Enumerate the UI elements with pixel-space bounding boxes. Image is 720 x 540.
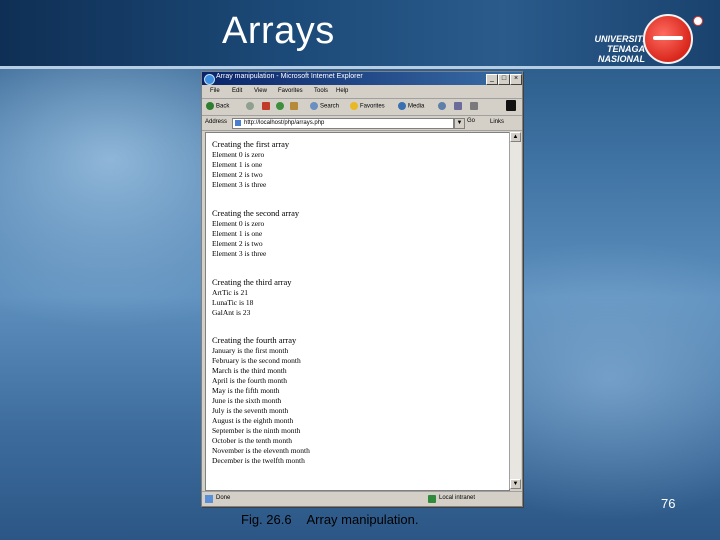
toolbar: Back Search Favorites Media — [202, 99, 522, 116]
mail-button[interactable] — [454, 102, 464, 110]
page-icon — [235, 120, 241, 126]
home-icon — [290, 102, 298, 110]
print-icon — [470, 102, 478, 110]
media-icon — [398, 102, 406, 110]
content-line: Element 1 is one — [212, 160, 263, 169]
refresh-button[interactable] — [276, 102, 286, 110]
content-line: Element 3 is three — [212, 180, 267, 189]
logo-text: UNIVERSITI TENAGA NASIONAL — [594, 34, 645, 64]
search-icon — [310, 102, 318, 110]
print-button[interactable] — [470, 102, 480, 110]
content-line: February is the second month — [212, 356, 301, 365]
content-line: May is the fifth month — [212, 386, 280, 395]
content-line: August is the eighth month — [212, 416, 294, 425]
media-label: Media — [408, 103, 425, 110]
refresh-icon — [276, 102, 284, 110]
page-done-icon — [205, 495, 213, 503]
section-heading: Creating the fourth array — [212, 335, 297, 345]
content-line: December is the twelfth month — [212, 456, 305, 465]
logo-mark-icon — [693, 16, 703, 26]
home-button[interactable] — [290, 102, 300, 110]
media-button[interactable]: Media — [398, 102, 424, 110]
caption-label: Fig. 26.6 — [241, 512, 292, 527]
scroll-down-icon[interactable]: ▼ — [510, 479, 521, 489]
intranet-zone-icon — [428, 495, 436, 503]
forward-arrow-icon — [246, 102, 254, 110]
scroll-up-icon[interactable]: ▲ — [510, 132, 521, 142]
content-line: Element 0 is zero — [212, 219, 265, 228]
content-line: October is the tenth month — [212, 436, 292, 445]
content-line: July is the seventh month — [212, 406, 289, 415]
content-line: March is the third month — [212, 366, 287, 375]
content-line: November is the eleventh month — [212, 446, 310, 455]
links-button[interactable]: Links — [490, 119, 504, 125]
address-label: Address — [205, 119, 228, 125]
university-logo: UNIVERSITI TENAGA NASIONAL — [575, 14, 705, 66]
menu-bar: File Edit View Favorites Tools Help — [202, 86, 522, 99]
back-button[interactable]: Back — [206, 102, 229, 110]
address-bar: Address http://localhost/php/arrays.php … — [202, 116, 522, 131]
go-button[interactable]: Go — [467, 118, 475, 124]
maximize-button[interactable]: □ — [498, 74, 510, 85]
windows-logo-icon — [506, 100, 518, 111]
search-label: Search — [320, 103, 340, 110]
star-icon — [350, 102, 358, 110]
section-heading: Creating the second array — [212, 208, 300, 218]
title-divider — [0, 66, 720, 69]
menu-favorites[interactable]: Favorites — [278, 88, 303, 94]
browser-window: Array manipulation - Microsoft Internet … — [201, 71, 523, 507]
back-label: Back — [216, 103, 230, 110]
menu-file[interactable]: File — [210, 88, 220, 94]
content-line: Element 0 is zero — [212, 150, 265, 159]
close-button[interactable]: × — [510, 74, 522, 85]
status-text: Done — [216, 495, 231, 501]
status-bar: Done Local intranet — [202, 491, 522, 506]
favorites-button[interactable]: Favorites — [350, 102, 385, 110]
mail-icon — [454, 102, 462, 110]
minimize-button[interactable]: _ — [486, 74, 498, 85]
menu-edit[interactable]: Edit — [232, 88, 242, 94]
menu-tools[interactable]: Tools — [314, 88, 328, 94]
slide-title: Arrays — [222, 10, 335, 52]
address-dropdown-button[interactable]: ▼ — [454, 118, 465, 129]
content-line: January is the first month — [212, 346, 289, 355]
vertical-scrollbar[interactable]: ▲ ▼ — [509, 132, 521, 489]
menu-help[interactable]: Help — [336, 88, 348, 94]
menu-view[interactable]: View — [254, 88, 267, 94]
caption-text: Array manipulation. — [306, 512, 419, 527]
section-heading: Creating the first array — [212, 139, 290, 149]
section-heading: Creating the third array — [212, 277, 292, 287]
content-line: ArtTic is 21 — [212, 288, 248, 297]
address-input[interactable]: http://localhost/php/arrays.php — [232, 118, 454, 129]
history-icon — [438, 102, 446, 110]
content-line: April is the fourth month — [212, 376, 287, 385]
content-line: GalAnt is 23 — [212, 308, 251, 317]
history-button[interactable] — [438, 102, 448, 110]
logo-emblem-icon — [643, 14, 693, 64]
address-url: http://localhost/php/arrays.php — [244, 120, 325, 126]
forward-button[interactable] — [246, 102, 256, 110]
window-title: Array manipulation - Microsoft Internet … — [216, 73, 363, 80]
window-titlebar[interactable]: Array manipulation - Microsoft Internet … — [202, 72, 522, 85]
content-line: LunaTic is 18 — [212, 298, 254, 307]
content-line: Element 3 is three — [212, 249, 267, 258]
favorites-label: Favorites — [360, 103, 385, 110]
content-line: Element 1 is one — [212, 229, 263, 238]
content-line: Element 2 is two — [212, 239, 263, 248]
zone-text: Local intranet — [439, 495, 476, 501]
stop-icon — [262, 102, 270, 110]
back-arrow-icon — [206, 102, 214, 110]
slide-number: 76 — [661, 496, 676, 511]
page-content: Creating the first array Element 0 is ze… — [205, 132, 510, 491]
search-button[interactable]: Search — [310, 102, 339, 110]
figure-caption: Fig. 26.6 Array manipulation. — [241, 512, 419, 527]
content-line: Element 2 is two — [212, 170, 263, 179]
ie-icon — [204, 74, 215, 85]
content-line: June is the sixth month — [212, 396, 282, 405]
stop-button[interactable] — [262, 102, 272, 110]
content-line: September is the ninth month — [212, 426, 301, 435]
